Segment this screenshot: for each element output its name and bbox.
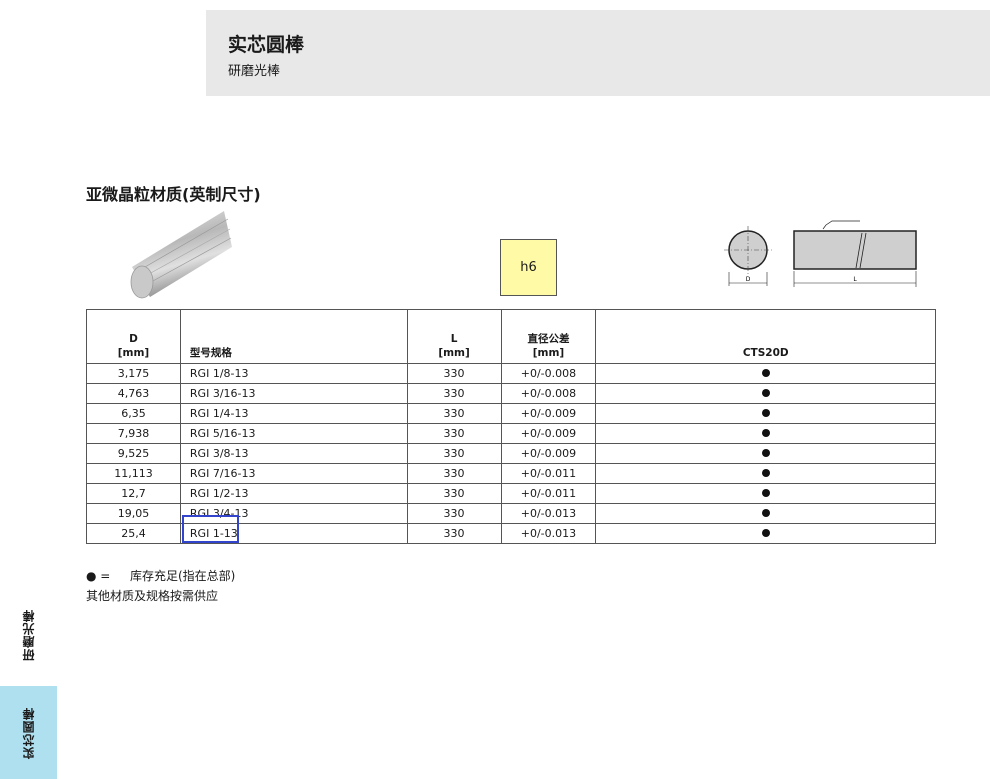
header-grade: CTS20D [595,309,936,364]
side-tab-label: 研磨光棒 [22,609,36,661]
cell-l: 330 [406,363,502,384]
cell-d: 3,175 [86,363,181,384]
legend-symbol: ● = [86,569,111,583]
stock-dot-icon [761,369,770,377]
cell-tolerance: +0/-0.009 [500,403,597,424]
legend: ● = 库存充足(指在总部) 其他材质及规格按需供应 [86,566,235,606]
side-tab-grinded-rod[interactable]: 研磨光棒 [0,590,57,680]
cell-l: 330 [406,463,502,484]
cell-l: 330 [406,503,502,524]
cell-l: 330 [406,423,502,444]
cell-l: 330 [406,523,502,544]
header-band: 实芯圆棒 研磨光棒 [206,10,990,96]
cell-d: 4,763 [86,383,181,404]
cell-model: RGI 3/8-13 [179,443,408,464]
cell-stock [595,423,936,444]
cell-d: 11,113 [86,463,181,484]
cell-model: RGI 7/16-13 [179,463,408,484]
cell-stock [595,503,936,524]
cell-l: 330 [406,383,502,404]
cell-model: RGI 1/8-13 [179,363,408,384]
page-subtitle: 研磨光棒 [228,64,281,79]
drawing-d-label: D [746,276,751,283]
cell-d: 12,7 [86,483,181,504]
legend-stock-text: 库存充足(指在总部) [130,569,236,583]
drawing-l-label: L [853,276,857,283]
page-title: 实芯圆棒 [228,34,305,56]
stock-dot-icon [761,529,770,537]
cell-d: 25,4 [86,523,181,544]
cell-tolerance: +0/-0.013 [500,523,597,544]
table-row: 6,35 RGI 1/4-13 330 +0/-0.009 [86,403,936,424]
cell-tolerance: +0/-0.009 [500,423,597,444]
legend-stock-line: ● = 库存充足(指在总部) [86,566,235,586]
header-tolerance: 直径公差 [mm] [500,309,597,364]
stock-dot-icon [761,489,770,497]
cell-tolerance: +0/-0.011 [500,483,597,504]
legend-note: 其他材质及规格按需供应 [86,589,219,603]
table-row: 12,7 RGI 1/2-13 330 +0/-0.011 [86,483,936,504]
table-row: 11,113 RGI 7/16-13 330 +0/-0.011 [86,463,936,484]
side-tab-label: 实芯圆棒 [22,706,36,759]
cell-d: 9,525 [86,443,181,464]
table-row: 4,763 RGI 3/16-13 330 +0/-0.008 [86,383,936,404]
table-row: 3,175 RGI 1/8-13 330 +0/-0.008 [86,363,936,384]
cell-tolerance: +0/-0.008 [500,363,597,384]
section-title: 亚微晶粒材质(英制尺寸) [86,185,261,204]
header-model: 型号规格 [179,309,408,364]
header-l: L [mm] [406,309,502,364]
tolerance-class-box: h6 [500,239,557,296]
cell-stock [595,363,936,384]
cell-tolerance: +0/-0.009 [500,443,597,464]
dimension-drawing: D L [724,220,917,287]
stock-dot-icon [761,429,770,437]
cell-model: RGI 5/16-13 [179,423,408,444]
cell-tolerance: +0/-0.008 [500,383,597,404]
stock-dot-icon [761,469,770,477]
stock-dot-icon [761,509,770,517]
stock-dot-icon [761,409,770,417]
cell-d: 6,35 [86,403,181,424]
cell-stock [595,443,936,464]
cell-d: 7,938 [86,423,181,444]
cell-l: 330 [406,443,502,464]
rod-image [130,211,232,299]
side-tab-solid-rod[interactable]: 实芯圆棒 [0,686,57,779]
cell-tolerance: +0/-0.011 [500,463,597,484]
cell-model: RGI 1/2-13 [179,483,408,504]
selection-highlight [182,515,239,543]
cell-d: 19,05 [86,503,181,524]
table-header-row: D [mm] 型号规格 L [mm] 直径公差 [mm] CTS20D [86,309,936,364]
table-row: 7,938 RGI 5/16-13 330 +0/-0.009 [86,423,936,444]
table-row: 9,525 RGI 3/8-13 330 +0/-0.009 [86,443,936,464]
cell-l: 330 [406,483,502,504]
spec-table: D [mm] 型号规格 L [mm] 直径公差 [mm] CTS20D 3,175 R… [86,309,936,544]
stock-dot-icon [761,449,770,457]
cell-stock [595,523,936,544]
cell-model: RGI 1/4-13 [179,403,408,424]
cell-stock [595,403,936,424]
cell-stock [595,383,936,404]
stock-dot-icon [761,389,770,397]
cell-model: RGI 3/16-13 [179,383,408,404]
cell-stock [595,483,936,504]
cell-tolerance: +0/-0.013 [500,503,597,524]
cell-l: 330 [406,403,502,424]
header-d: D [mm] [86,309,181,364]
cell-stock [595,463,936,484]
